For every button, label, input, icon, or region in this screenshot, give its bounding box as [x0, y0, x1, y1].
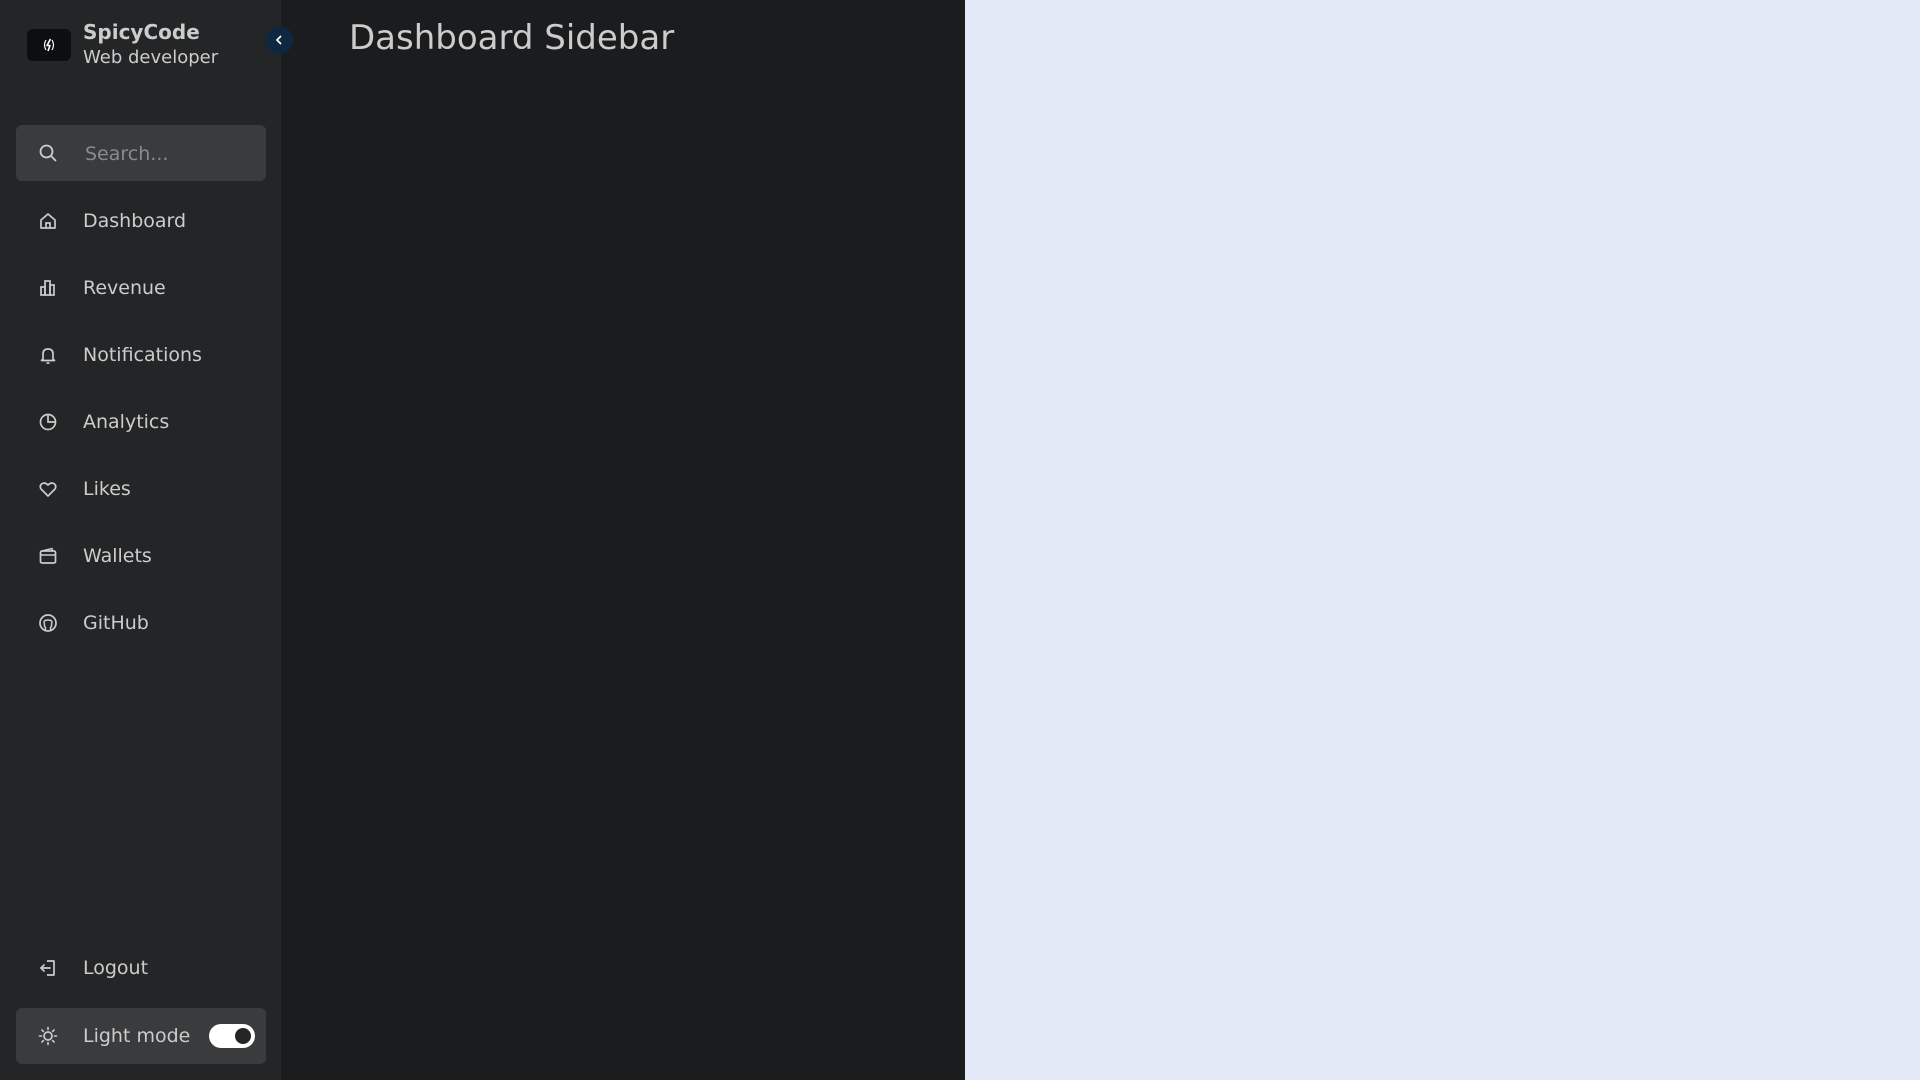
brand-text: SpicyCode Web developer [83, 20, 218, 70]
sidebar-item-notifications[interactable]: Notifications [16, 327, 266, 383]
brand-role: Web developer [83, 47, 219, 68]
toggle-knob [235, 1028, 251, 1044]
pie-chart-icon [37, 411, 59, 433]
brand-name: SpicyCode [83, 20, 200, 44]
search-icon [37, 142, 59, 164]
search-box [16, 125, 266, 183]
home-icon [37, 210, 59, 232]
brand-logo [27, 29, 71, 61]
sidebar-item-github[interactable]: GitHub [16, 595, 266, 651]
chevron-left-icon [276, 35, 282, 45]
sidebar-item-label: Revenue [83, 277, 166, 299]
heart-icon [37, 478, 59, 500]
github-icon [37, 612, 59, 634]
sidebar-item-label: Notifications [83, 344, 202, 366]
light-mode-label: Light mode [83, 1025, 191, 1047]
bar-chart-icon [37, 277, 59, 299]
light-mode-toggle[interactable] [209, 1024, 255, 1048]
sidebar-item-label: Likes [83, 478, 131, 500]
sidebar-item-label: Analytics [83, 411, 170, 433]
main-content: Dashboard Sidebar [281, 0, 965, 1080]
sidebar-item-label: GitHub [83, 612, 149, 634]
sidebar-item-likes[interactable]: Likes [16, 461, 266, 517]
sidebar-item-wallets[interactable]: Wallets [16, 528, 266, 584]
sidebar-item-analytics[interactable]: Analytics [16, 394, 266, 450]
wallet-icon [37, 545, 59, 567]
sidebar-item-label: Dashboard [83, 210, 187, 232]
sidebar-item-dashboard[interactable]: Dashboard [16, 193, 266, 249]
logout-icon [37, 957, 59, 979]
bell-icon [37, 344, 59, 366]
logout-label: Logout [83, 957, 149, 979]
page-title: Dashboard Sidebar [349, 18, 675, 58]
logout-button[interactable]: Logout [16, 940, 266, 996]
sun-icon [37, 1025, 59, 1047]
sidebar: SpicyCode Web developer Dashboard [0, 0, 293, 1080]
sidebar-item-revenue[interactable]: Revenue [16, 260, 266, 316]
light-mode-row: Light mode [16, 1008, 266, 1064]
sidebar-item-label: Wallets [83, 545, 152, 567]
search-input[interactable] [83, 125, 257, 183]
sidebar-collapse-button[interactable] [265, 26, 293, 54]
brand-header: SpicyCode Web developer [27, 20, 218, 70]
